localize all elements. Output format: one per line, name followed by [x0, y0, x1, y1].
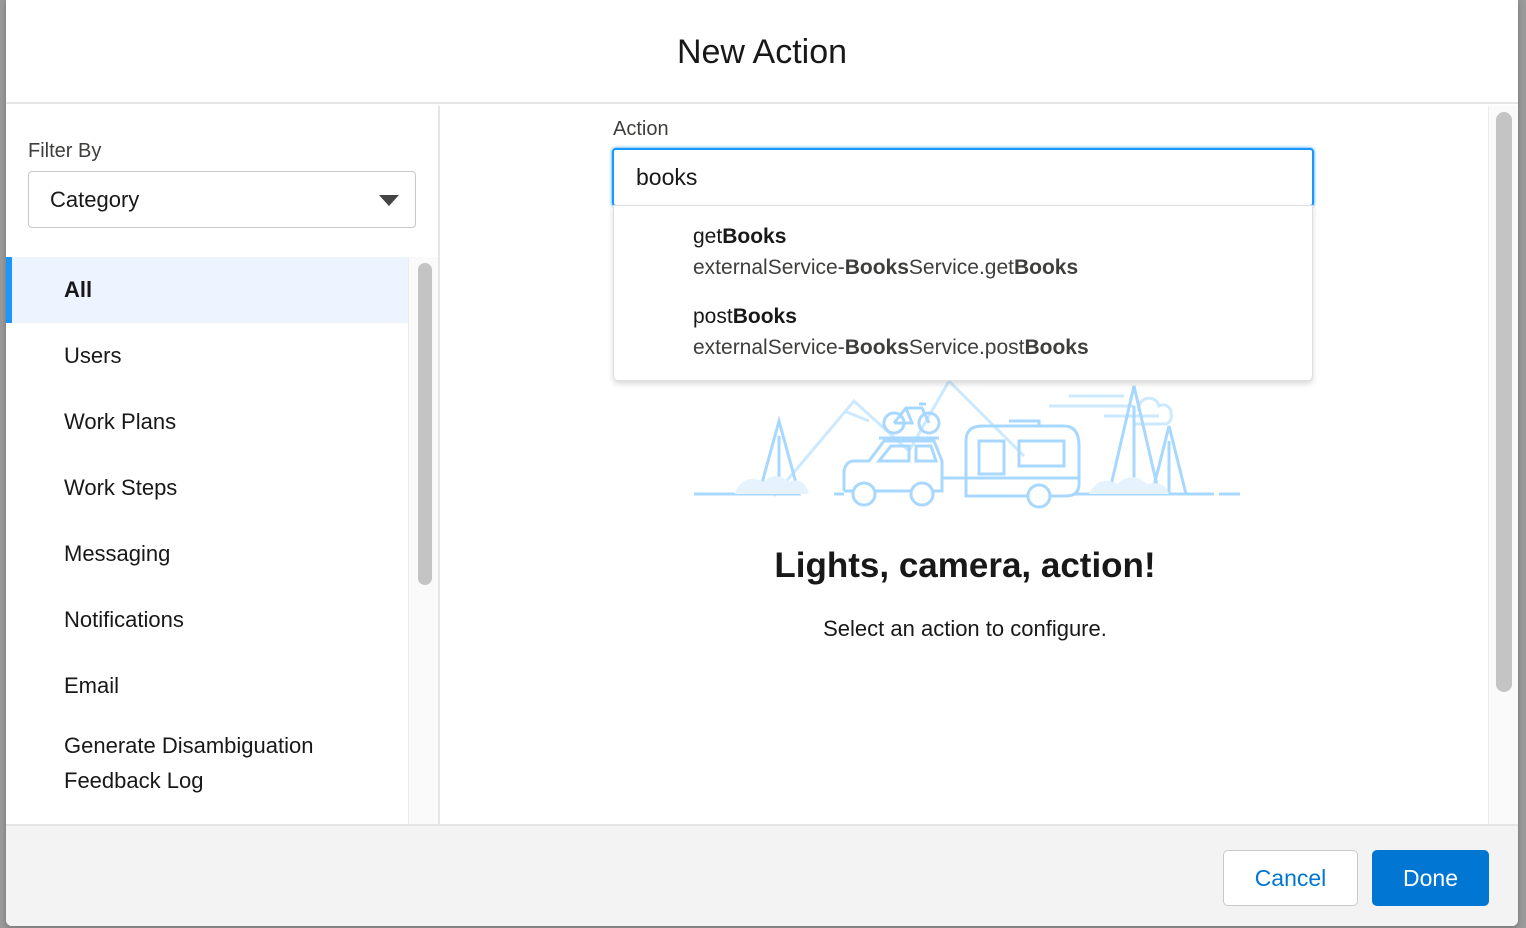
chevron-down-icon [379, 195, 399, 206]
modal-footer: Cancel Done [6, 824, 1518, 926]
filter-sidebar: Filter By Category All Users Work Plans … [6, 106, 440, 824]
category-item-notifications[interactable]: Notifications [6, 587, 408, 653]
camper-van-illustration [694, 378, 1240, 509]
suggestion-option[interactable]: postBooks externalService-BooksService.p… [614, 286, 1312, 366]
category-item-label: Messaging [64, 541, 171, 566]
category-item-label: Generate Disambiguation Feedback Log [64, 733, 314, 793]
category-item-generate-disambiguation-feedback-log[interactable]: Generate Disambiguation Feedback Log [6, 719, 408, 809]
category-item-all[interactable]: All [6, 257, 408, 323]
category-item-label: Notifications [64, 607, 184, 632]
suggestion-title: getBooks [693, 225, 787, 248]
category-list: All Users Work Plans Work Steps Messagin… [6, 257, 408, 824]
category-item-label: Work Steps [64, 475, 178, 500]
category-item-label: All [64, 277, 93, 302]
action-suggestions-dropdown: getBooks externalService-BooksService.ge… [613, 205, 1313, 381]
category-item-users[interactable]: Users [6, 323, 408, 389]
action-search-input[interactable] [612, 148, 1314, 207]
empty-state-title: Lights, camera, action! [774, 546, 1156, 585]
modal-title: New Action [676, 32, 848, 71]
filter-by-label: Filter By [28, 140, 102, 162]
category-item-email[interactable]: Email [6, 653, 408, 719]
sidebar-scrollbar-thumb[interactable] [418, 263, 432, 585]
suggestion-option[interactable]: getBooks externalService-BooksService.ge… [614, 206, 1312, 286]
empty-state-subtitle: Select an action to configure. [823, 616, 1107, 641]
new-action-modal: New Action Filter By Category All Users … [6, 0, 1518, 926]
action-config-pane: Action getBooks externalService-BooksSer… [442, 106, 1488, 824]
action-label: Action [613, 118, 669, 140]
main-scrollbar-thumb[interactable] [1496, 112, 1512, 692]
category-item-work-steps[interactable]: Work Steps [6, 455, 408, 521]
modal-header: New Action [6, 0, 1518, 104]
category-item-label: Work Plans [64, 409, 177, 434]
cancel-button[interactable]: Cancel [1223, 850, 1358, 906]
suggestion-subtitle: externalService-BooksService.getBooks [693, 256, 1079, 279]
category-item-label: Email [64, 673, 120, 698]
main-scrollbar[interactable] [1488, 106, 1518, 824]
suggestion-subtitle: externalService-BooksService.postBooks [693, 336, 1089, 359]
category-item-work-plans[interactable]: Work Plans [6, 389, 408, 455]
category-item-label: Users [64, 343, 122, 368]
suggestion-title: postBooks [693, 305, 797, 328]
filter-by-value: Category [50, 186, 140, 212]
sidebar-scrollbar[interactable] [408, 257, 438, 824]
category-item-messaging[interactable]: Messaging [6, 521, 408, 587]
done-button[interactable]: Done [1372, 850, 1489, 906]
filter-by-select[interactable]: Category [28, 171, 416, 228]
